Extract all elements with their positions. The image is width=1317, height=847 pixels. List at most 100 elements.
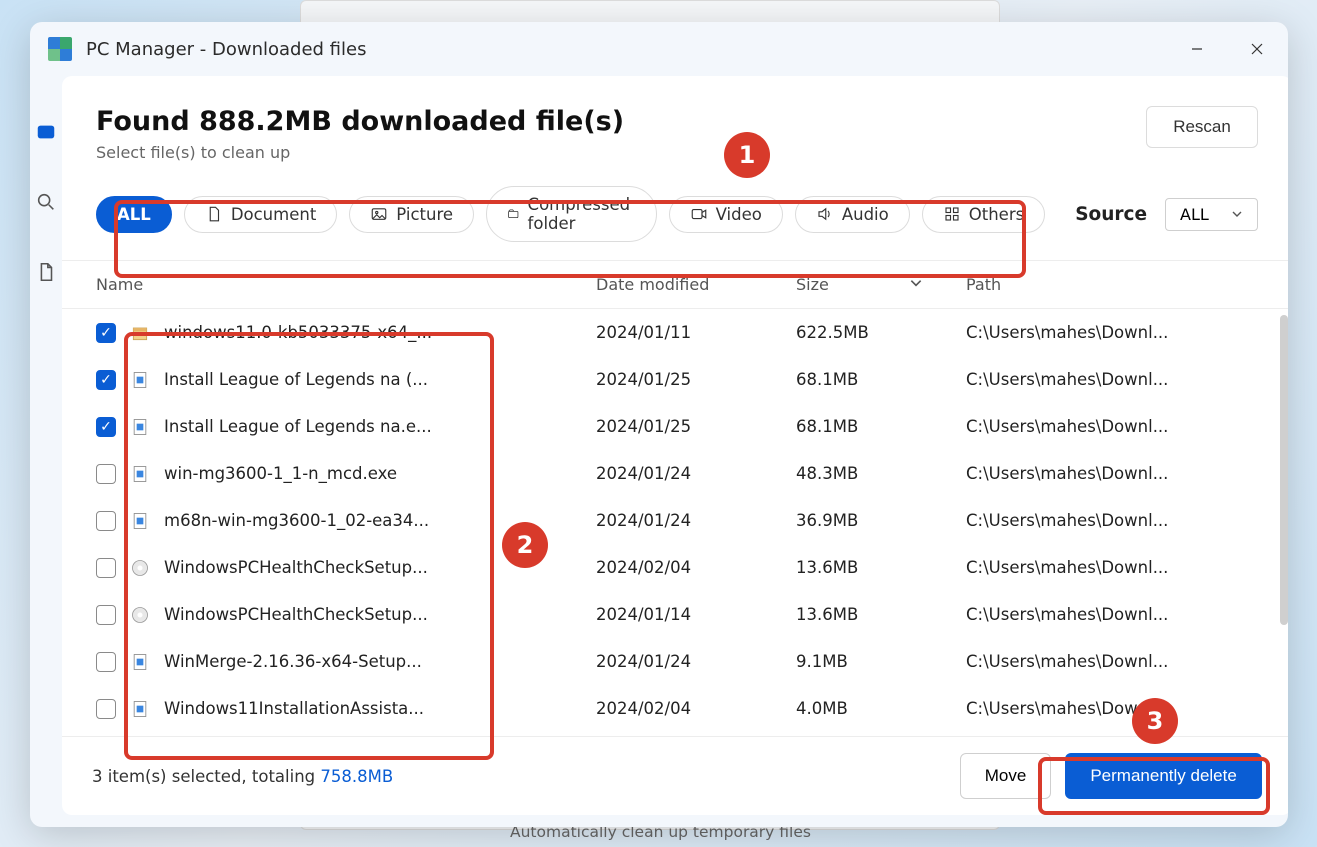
file-date: 2024/01/24 xyxy=(596,464,796,483)
file-date: 2024/01/25 xyxy=(596,417,796,436)
table-body: windows11.0-kb5033375-x64_...2024/01/116… xyxy=(62,309,1288,736)
table-header: Name Date modified Size Path xyxy=(62,261,1288,309)
file-path: C:\Users\mahes\Downl... xyxy=(966,323,1278,342)
app-icon xyxy=(48,37,72,61)
file-name: WindowsPCHealthCheckSetup... xyxy=(164,605,428,624)
file-icon xyxy=(130,323,150,343)
filter-others[interactable]: Others xyxy=(922,196,1045,233)
file-path: C:\Users\mahes\Downl... xyxy=(966,511,1278,530)
file-size: 68.1MB xyxy=(796,417,966,436)
pc-manager-window: PC Manager - Downloaded files Found 888.… xyxy=(30,22,1288,827)
file-name: WindowsPCHealthCheckSetup... xyxy=(164,558,428,577)
file-path: C:\Users\mahes\Downl... xyxy=(966,699,1278,718)
row-checkbox[interactable] xyxy=(96,511,116,531)
content-panel: Found 888.2MB downloaded file(s) Select … xyxy=(62,76,1288,815)
file-icon xyxy=(130,605,150,625)
row-checkbox[interactable] xyxy=(96,323,116,343)
file-name: m68n-win-mg3600-1_02-ea34... xyxy=(164,511,429,530)
page-title: Found 888.2MB downloaded file(s) xyxy=(96,106,1126,137)
file-path: C:\Users\mahes\Downl... xyxy=(966,417,1278,436)
file-size: 13.6MB xyxy=(796,605,966,624)
window-title: PC Manager - Downloaded files xyxy=(86,39,366,60)
filter-picture[interactable]: Picture xyxy=(349,196,474,233)
filter-compressed[interactable]: Compressed folder xyxy=(486,186,657,242)
row-checkbox[interactable] xyxy=(96,605,116,625)
file-name: Install League of Legends na (... xyxy=(164,370,428,389)
filter-audio[interactable]: Audio xyxy=(795,196,910,233)
file-size: 36.9MB xyxy=(796,511,966,530)
file-icon xyxy=(130,417,150,437)
sidebar xyxy=(30,76,62,827)
table-row[interactable]: WindowsPCHealthCheckSetup... 2024/01/1413… xyxy=(96,591,1278,638)
titlebar: PC Manager - Downloaded files xyxy=(30,22,1288,76)
row-checkbox[interactable] xyxy=(96,417,116,437)
page-subtitle: Select file(s) to clean up xyxy=(96,143,1126,162)
table-row[interactable]: win-mg3600-1_1-n_mcd.exe 2024/01/2448.3MB… xyxy=(96,450,1278,497)
file-path: C:\Users\mahes\Downl... xyxy=(966,558,1278,577)
sidebar-item-cleanup[interactable] xyxy=(30,116,62,148)
footer: 3 item(s) selected, totaling 758.8MB Mov… xyxy=(62,736,1288,815)
source-label: Source xyxy=(1075,204,1147,225)
sidebar-item-files[interactable] xyxy=(30,256,62,288)
table-row[interactable]: WindowsPCHealthCheckSetup... 2024/02/0413… xyxy=(96,544,1278,591)
table-row[interactable]: Install League of Legends na.e... 2024/01… xyxy=(96,403,1278,450)
row-checkbox[interactable] xyxy=(96,558,116,578)
row-checkbox[interactable] xyxy=(96,652,116,672)
file-size: 4.0MB xyxy=(796,699,966,718)
file-name: Windows11InstallationAssista... xyxy=(164,699,424,718)
file-icon xyxy=(130,464,150,484)
delete-button[interactable]: Permanently delete xyxy=(1065,753,1261,799)
move-button[interactable]: Move xyxy=(960,753,1052,799)
table-row[interactable]: m68n-win-mg3600-1_02-ea34... 2024/01/2436… xyxy=(96,497,1278,544)
col-size[interactable]: Size xyxy=(796,275,966,294)
file-name: Install League of Legends na.e... xyxy=(164,417,432,436)
source-select[interactable]: ALL xyxy=(1165,198,1258,231)
file-date: 2024/01/24 xyxy=(596,511,796,530)
file-name: win-mg3600-1_1-n_mcd.exe xyxy=(164,464,397,483)
table-row[interactable]: Windows11InstallationAssista... 2024/02/0… xyxy=(96,685,1278,732)
col-name[interactable]: Name xyxy=(96,275,596,294)
file-date: 2024/02/04 xyxy=(596,699,796,718)
file-date: 2024/01/11 xyxy=(596,323,796,342)
file-date: 2024/01/25 xyxy=(596,370,796,389)
file-icon xyxy=(130,558,150,578)
filter-row: ALL Document Picture Compressed folder V… xyxy=(62,178,1288,261)
row-checkbox[interactable] xyxy=(96,370,116,390)
file-date: 2024/01/14 xyxy=(596,605,796,624)
scrollbar[interactable] xyxy=(1280,315,1288,625)
file-path: C:\Users\mahes\Downl... xyxy=(966,605,1278,624)
file-path: C:\Users\mahes\Downl... xyxy=(966,464,1278,483)
file-icon xyxy=(130,511,150,531)
file-size: 68.1MB xyxy=(796,370,966,389)
col-path[interactable]: Path xyxy=(966,275,1258,294)
minimize-button[interactable] xyxy=(1174,26,1220,72)
file-size: 13.6MB xyxy=(796,558,966,577)
row-checkbox[interactable] xyxy=(96,464,116,484)
file-icon xyxy=(130,699,150,719)
file-icon xyxy=(130,370,150,390)
filter-all[interactable]: ALL xyxy=(96,196,172,233)
file-path: C:\Users\mahes\Downl... xyxy=(966,652,1278,671)
rescan-button[interactable]: Rescan xyxy=(1146,106,1258,148)
file-name: WinMerge-2.16.36-x64-Setup... xyxy=(164,652,422,671)
selection-status: 3 item(s) selected, totaling 758.8MB xyxy=(92,767,393,786)
table-row[interactable]: Install League of Legends na (... 2024/01… xyxy=(96,356,1278,403)
chevron-down-icon xyxy=(909,275,923,294)
file-path: C:\Users\mahes\Downl... xyxy=(966,370,1278,389)
file-size: 622.5MB xyxy=(796,323,966,342)
filter-document[interactable]: Document xyxy=(184,196,337,233)
file-date: 2024/01/24 xyxy=(596,652,796,671)
file-date: 2024/02/04 xyxy=(596,558,796,577)
row-checkbox[interactable] xyxy=(96,699,116,719)
file-icon xyxy=(130,652,150,672)
file-size: 9.1MB xyxy=(796,652,966,671)
file-size: 48.3MB xyxy=(796,464,966,483)
filter-video[interactable]: Video xyxy=(669,196,783,233)
table-row[interactable]: windows11.0-kb5033375-x64_... 2024/01/116… xyxy=(96,309,1278,356)
file-name: windows11.0-kb5033375-x64_... xyxy=(164,323,432,342)
table-row[interactable]: WinMerge-2.16.36-x64-Setup... 2024/01/249… xyxy=(96,638,1278,685)
chevron-down-icon xyxy=(1231,205,1243,224)
close-button[interactable] xyxy=(1234,26,1280,72)
col-date[interactable]: Date modified xyxy=(596,275,796,294)
sidebar-item-search[interactable] xyxy=(30,186,62,218)
